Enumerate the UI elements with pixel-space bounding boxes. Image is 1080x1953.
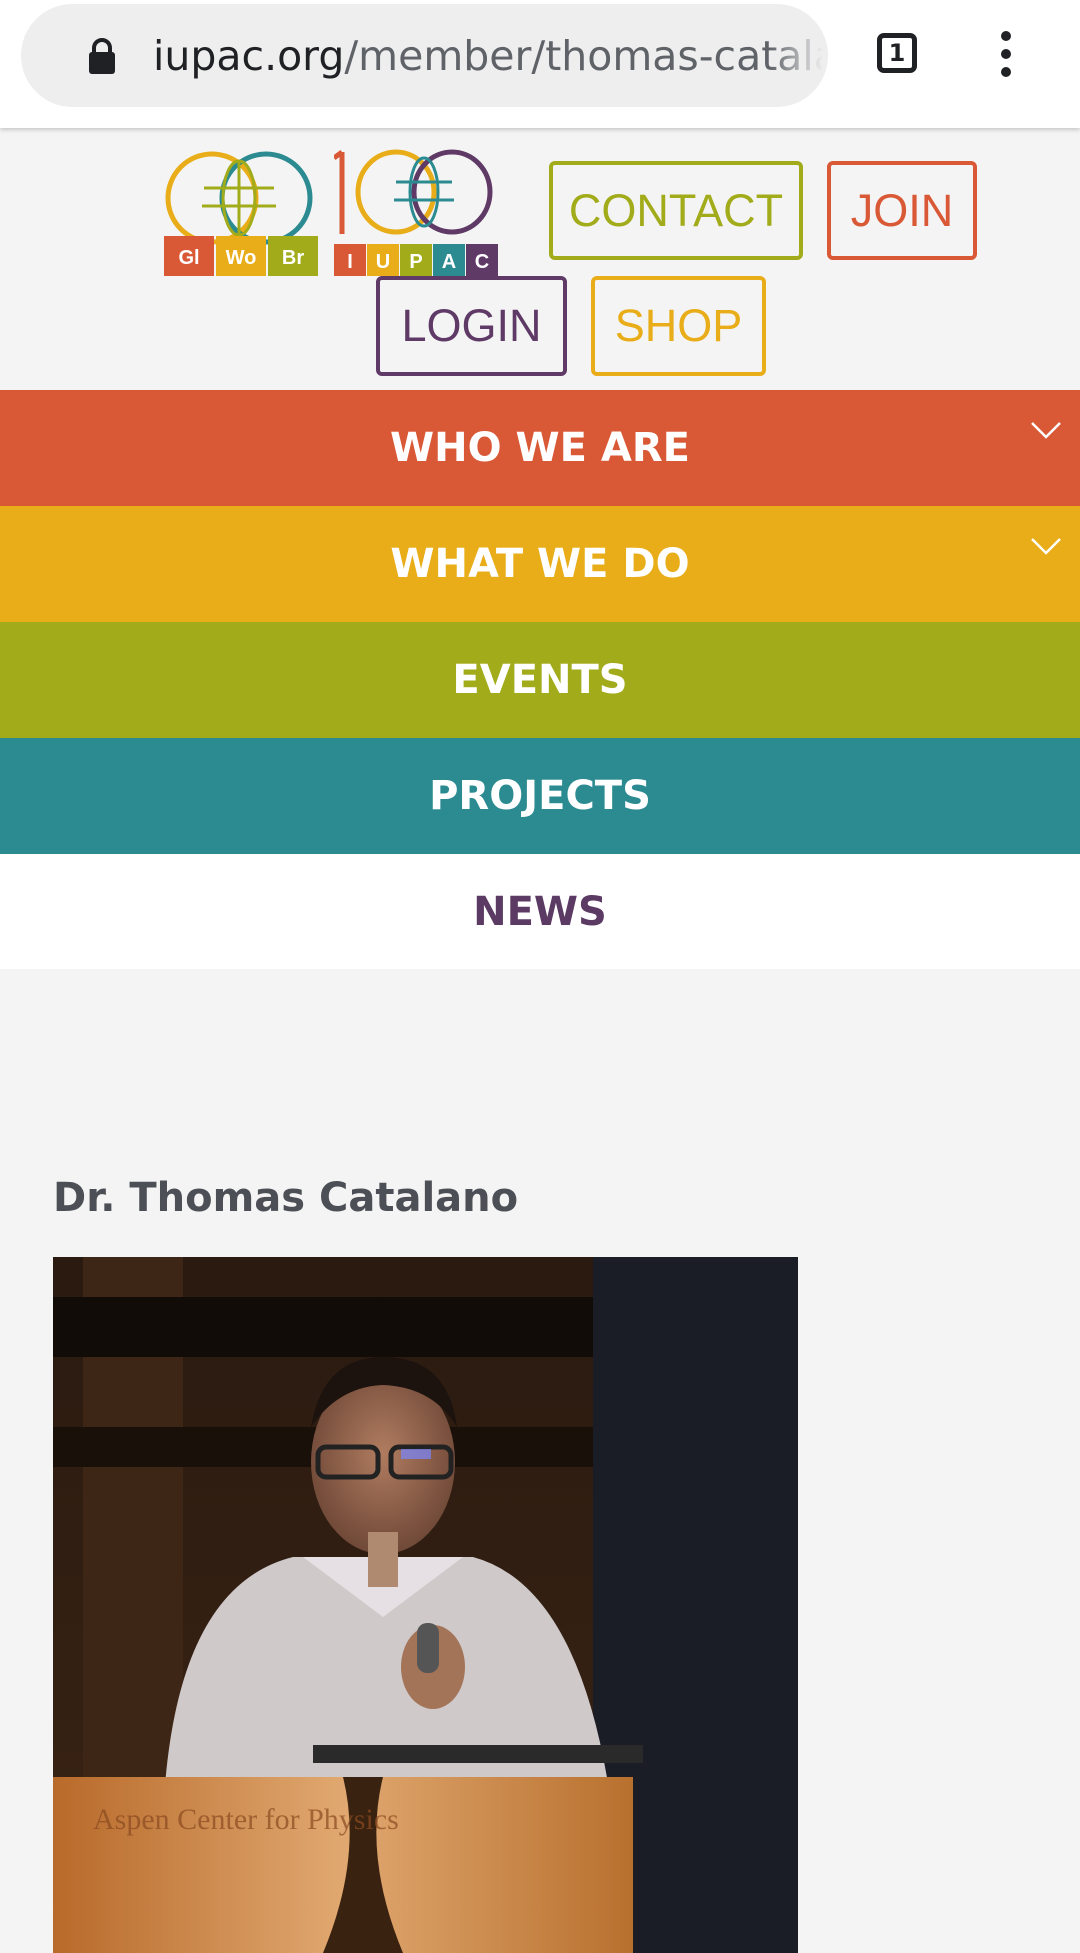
chevron-down-icon[interactable]	[1030, 536, 1062, 556]
main-navigation: WHO WE ARE WHAT WE DO EVENTS PROJECTS NE…	[0, 390, 1080, 969]
contact-button[interactable]: CONTACT	[549, 161, 803, 260]
chevron-down-icon[interactable]	[1030, 420, 1062, 440]
gwb-letter: Br	[282, 247, 304, 269]
page-title: Dr. Thomas Catalano	[53, 1175, 519, 1221]
url-path: /member/thomas-catalano/	[344, 32, 823, 80]
url-text[interactable]: iupac.org/member/thomas-catalano/	[153, 29, 823, 83]
gwb-letter: Gl	[178, 247, 199, 269]
iupac-letter: P	[409, 251, 422, 273]
nav-item-events[interactable]: EVENTS	[0, 622, 1080, 738]
nav-item-projects[interactable]: PROJECTS	[0, 738, 1080, 854]
browser-toolbar: iupac.org/member/thomas-catalano/ 1	[0, 0, 1080, 128]
join-button[interactable]: JOIN	[827, 161, 977, 260]
nav-item-label: WHAT WE DO	[390, 541, 690, 587]
nav-item-label: WHO WE ARE	[390, 425, 690, 471]
gwb-letter: Wo	[226, 247, 257, 269]
address-bar[interactable]: iupac.org/member/thomas-catalano/	[21, 4, 828, 107]
iupac-100-logo[interactable]: 100 I U P A C	[334, 144, 498, 278]
url-host: iupac.org	[153, 32, 345, 80]
global-women-breakfast-logo[interactable]: Gl Wo Br	[164, 144, 318, 278]
iupac-letter: U	[376, 251, 390, 273]
iupac-letter: C	[475, 251, 489, 273]
nav-item-who-we-are[interactable]: WHO WE ARE	[0, 390, 1080, 506]
iupac-letter: I	[347, 251, 353, 273]
member-photo-image: Aspen Center for Physics	[53, 1257, 798, 1953]
nav-item-label: PROJECTS	[429, 773, 651, 819]
login-button[interactable]: LOGIN	[376, 276, 567, 376]
podium-text: Aspen Center for Physics	[93, 1803, 399, 1836]
nav-item-label: NEWS	[473, 889, 607, 935]
nav-item-label: EVENTS	[452, 657, 628, 703]
nav-item-what-we-do[interactable]: WHAT WE DO	[0, 506, 1080, 622]
more-options-icon[interactable]	[985, 31, 1027, 77]
iupac-letter: A	[442, 251, 456, 273]
nav-item-news[interactable]: NEWS	[0, 854, 1080, 969]
tab-switcher-button[interactable]: 1	[877, 33, 917, 73]
member-photo: Aspen Center for Physics	[53, 1257, 798, 1953]
lock-icon	[89, 38, 115, 74]
shop-button[interactable]: SHOP	[591, 276, 766, 376]
